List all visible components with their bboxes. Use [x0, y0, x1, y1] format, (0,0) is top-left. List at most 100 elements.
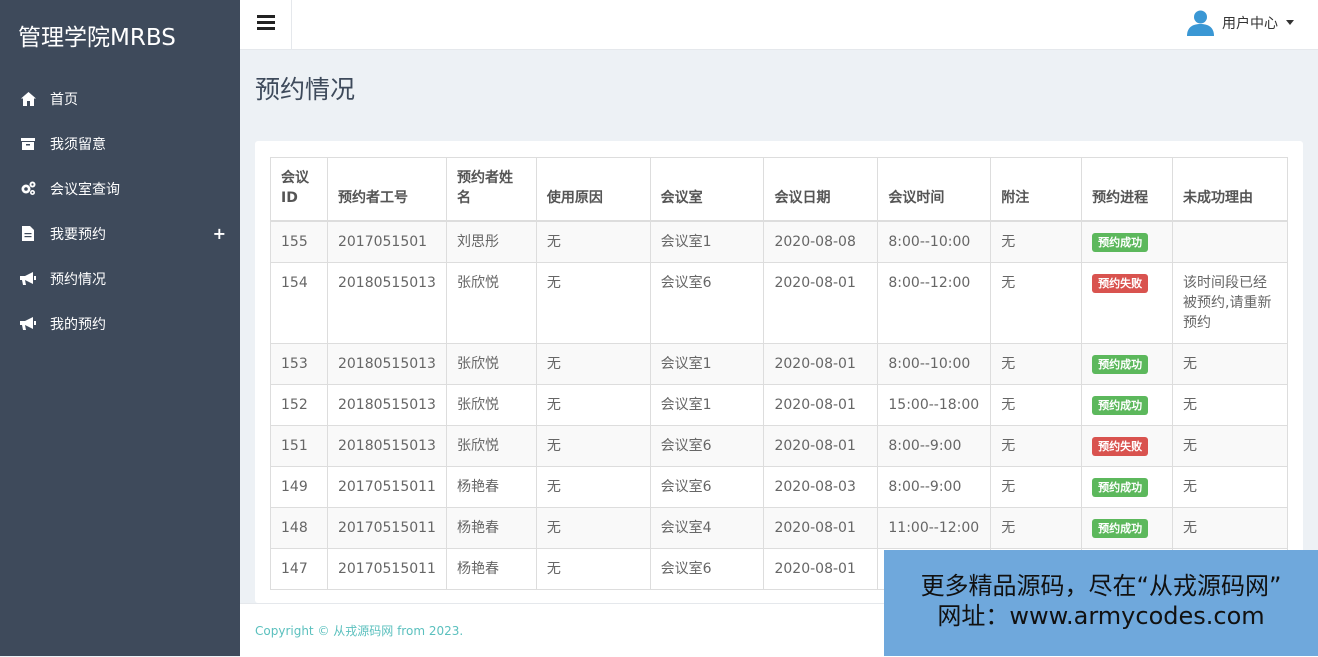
cell-employee-id: 20180515013	[326, 262, 447, 344]
bullhorn-icon	[20, 316, 36, 332]
column-header: 使用原因	[535, 157, 651, 222]
cell-employee-id: 20180515013	[326, 384, 447, 426]
cell-room: 会议室1	[649, 384, 765, 426]
sidebar-item-label: 我须留意	[50, 136, 106, 153]
cell-room: 会议室6	[649, 425, 765, 467]
sidebar-item-make-reservation[interactable]: 我要预约 +	[0, 211, 240, 256]
cell-time: 11:00--12:00	[877, 507, 992, 549]
cell-employee-id: 20180515013	[326, 425, 447, 467]
cell-status: 预约成功	[1081, 466, 1174, 508]
column-header: 预约者姓名	[445, 157, 537, 222]
table-row: 151 20180515013 张欣悦 无 会议室6 2020-08-01 8:…	[270, 425, 1288, 467]
file-icon	[20, 226, 36, 242]
sidebar-item-label: 首页	[50, 91, 78, 108]
expand-plus-icon[interactable]: +	[213, 224, 226, 243]
watermark-line-2: 网址：www.armycodes.com	[937, 602, 1265, 630]
cell-id: 154	[270, 262, 328, 344]
column-header: 会议室	[649, 157, 765, 222]
user-avatar-icon	[1187, 9, 1214, 36]
cell-name: 杨艳春	[445, 466, 537, 508]
cell-time: 8:00--9:00	[877, 466, 992, 508]
cell-date: 2020-08-01	[763, 384, 879, 426]
hamburger-icon	[256, 15, 275, 34]
cell-date: 2020-08-08	[763, 220, 879, 263]
column-header: 预约进程	[1081, 157, 1174, 222]
cell-room: 会议室6	[649, 548, 765, 590]
column-header: 附注	[990, 157, 1083, 222]
reservation-table: 会议ID 预约者工号 预约者姓名 使用原因 会议室 会议日期 会议时间 附注 预…	[270, 157, 1288, 590]
cell-reason: 无	[535, 384, 651, 426]
sidebar-item-room-search[interactable]: 会议室查询	[0, 166, 240, 211]
cell-note: 无	[990, 466, 1083, 508]
brand-title[interactable]: 管理学院MRBS	[0, 0, 240, 76]
cell-note: 无	[990, 425, 1083, 467]
menu-toggle-button[interactable]	[240, 0, 292, 49]
table-row: 148 20170515011 杨艳春 无 会议室4 2020-08-01 11…	[270, 507, 1288, 549]
status-badge: 预约失败	[1092, 437, 1149, 456]
cell-name: 杨艳春	[445, 548, 537, 590]
status-badge: 预约成功	[1092, 396, 1149, 415]
cell-id: 152	[270, 384, 328, 426]
status-badge: 预约成功	[1092, 519, 1149, 538]
column-header: 会议日期	[763, 157, 879, 222]
cell-status: 预约成功	[1081, 220, 1174, 263]
user-center-label: 用户中心	[1222, 15, 1278, 32]
column-header: 会议ID	[270, 157, 328, 222]
column-header: 预约者工号	[326, 157, 447, 222]
table-row: 155 2017051501 刘思彤 无 会议室1 2020-08-08 8:0…	[270, 220, 1288, 263]
sidebar-item-my-reservations[interactable]: 我的预约	[0, 301, 240, 346]
cell-date: 2020-08-01	[763, 343, 879, 385]
cell-time: 8:00--10:00	[877, 220, 992, 263]
cell-reason: 无	[535, 262, 651, 344]
cell-date: 2020-08-03	[763, 466, 879, 508]
watermark-line-1: 更多精品源码，尽在“从戎源码网”	[920, 572, 1282, 600]
table-row: 154 20180515013 张欣悦 无 会议室6 2020-08-01 8:…	[270, 262, 1288, 344]
cell-date: 2020-08-01	[763, 548, 879, 590]
cell-id: 151	[270, 425, 328, 467]
column-header: 未成功理由	[1172, 157, 1288, 222]
cell-id: 149	[270, 466, 328, 508]
bullhorn-icon	[20, 271, 36, 287]
status-badge: 预约成功	[1092, 355, 1149, 374]
cell-employee-id: 20170515011	[326, 466, 447, 508]
sidebar-item-label: 我的预约	[50, 316, 106, 333]
cell-name: 张欣悦	[445, 262, 537, 344]
cell-date: 2020-08-01	[763, 425, 879, 467]
cell-fail-reason: 无	[1172, 425, 1288, 467]
table-row: 152 20180515013 张欣悦 无 会议室1 2020-08-01 15…	[270, 384, 1288, 426]
cell-note: 无	[990, 507, 1083, 549]
sidebar-item-home[interactable]: 首页	[0, 76, 240, 121]
cell-time: 8:00--10:00	[877, 343, 992, 385]
cell-time: 8:00--12:00	[877, 262, 992, 344]
status-badge: 预约成功	[1092, 233, 1149, 252]
cell-time: 8:00--9:00	[877, 425, 992, 467]
top-bar: 用户中心	[240, 0, 1318, 50]
cell-status: 预约失败	[1081, 262, 1174, 344]
cell-id: 148	[270, 507, 328, 549]
cell-reason: 无	[535, 425, 651, 467]
cell-note: 无	[990, 262, 1083, 344]
cell-date: 2020-08-01	[763, 507, 879, 549]
cell-fail-reason: 无	[1172, 507, 1288, 549]
cell-status: 预约成功	[1081, 343, 1174, 385]
cell-room: 会议室1	[649, 220, 765, 263]
cell-reason: 无	[535, 466, 651, 508]
cell-name: 杨艳春	[445, 507, 537, 549]
cell-room: 会议室4	[649, 507, 765, 549]
sidebar: 管理学院MRBS 首页 我须留意 会议室查询 我要预约 + 预约情况 我的预约	[0, 0, 240, 656]
cell-reason: 无	[535, 548, 651, 590]
cell-status: 预约失败	[1081, 425, 1174, 467]
cell-time: 15:00--18:00	[877, 384, 992, 426]
cell-date: 2020-08-01	[763, 262, 879, 344]
sidebar-item-notice[interactable]: 我须留意	[0, 121, 240, 166]
cell-employee-id: 20170515011	[326, 548, 447, 590]
home-icon	[20, 91, 36, 107]
cell-employee-id: 2017051501	[326, 220, 447, 263]
user-center-menu[interactable]: 用户中心	[1187, 9, 1294, 36]
cell-fail-reason: 无	[1172, 466, 1288, 508]
cell-id: 155	[270, 220, 328, 263]
sidebar-item-reservation-status[interactable]: 预约情况	[0, 256, 240, 301]
cell-room: 会议室1	[649, 343, 765, 385]
watermark-banner: 更多精品源码，尽在“从戎源码网” 网址：www.armycodes.com	[884, 550, 1318, 656]
cell-id: 153	[270, 343, 328, 385]
